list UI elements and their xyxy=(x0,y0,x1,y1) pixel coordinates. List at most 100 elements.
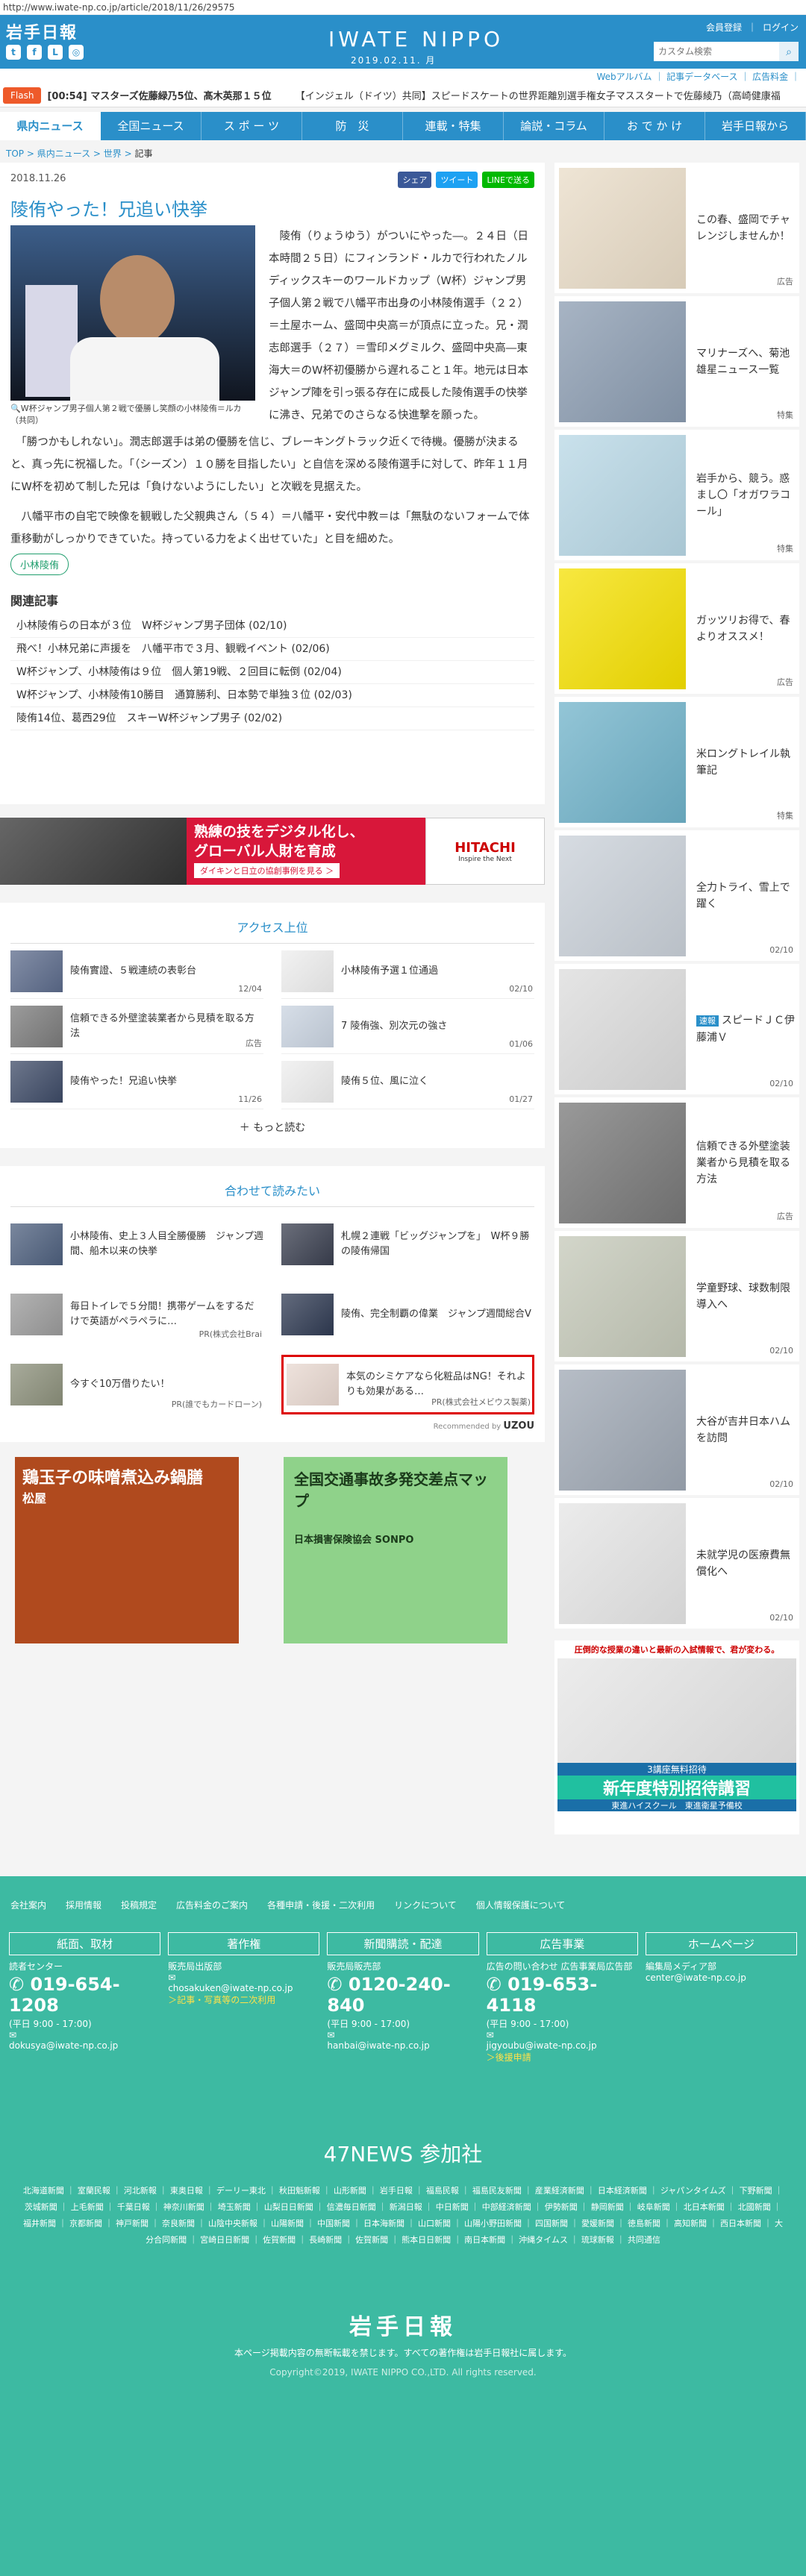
flash-news-bar: Flash [00:54] マスターズ佐藤緑乃5位、髙木英那１５位 【インジェル… xyxy=(0,84,806,107)
sidebar-item[interactable]: 全力トライ、雪上で躍く 02/10 xyxy=(554,830,799,961)
recommend-item[interactable]: 毎日トイレで５分間！携帯ゲームをするだけで英語がペラペラに… PR(株式会社Bra… xyxy=(10,1285,263,1344)
facebook-icon[interactable]: f xyxy=(27,45,42,60)
toshin-ad[interactable]: 圧倒的な授業の違いと最新の入試情報で、君が変わる。 3講座無料招待 新年度特別招… xyxy=(554,1640,799,1834)
sidebar-item[interactable]: 大谷が吉井日本ハムを訪問 02/10 xyxy=(554,1364,799,1495)
ranking-item[interactable]: 陵侑實證、５戦連続の表彰台 12/04 xyxy=(10,944,263,999)
ranking-item[interactable]: 陵侑やった！兄追い快挙 11/26 xyxy=(10,1054,263,1109)
line-icon[interactable]: L xyxy=(48,45,63,60)
nav-column[interactable]: 論説・コラム xyxy=(504,112,604,140)
footer-link[interactable]: 広告料金のご案内 xyxy=(176,1899,248,1911)
flash-item[interactable]: 【インジェル（ドイツ）共同】スピードスケートの世界距離別選手権女子マススタートで… xyxy=(296,91,781,102)
recommend-item[interactable]: 札幌２連戦「ビッグジャンプを」 W杯９勝の陵侑帰国 xyxy=(281,1215,534,1274)
mail-icon[interactable]: ✉ xyxy=(9,2030,160,2040)
footer-link[interactable]: リンクについて xyxy=(394,1899,457,1911)
nav-disaster[interactable]: 防 災 xyxy=(302,112,403,140)
twitter-share-button[interactable]: ツイート xyxy=(436,172,478,188)
flash-ticker[interactable]: [00:54] マスターズ佐藤緑乃5位、髙木英那１５位 【インジェル（ドイツ）共… xyxy=(47,88,780,102)
crumb-world[interactable]: 世界 xyxy=(104,148,122,159)
recommend-item[interactable]: 今すぐ10万借りたい！ PR(誰でもカードローン) xyxy=(10,1355,263,1414)
mail-icon[interactable]: ✉ xyxy=(168,1972,319,1983)
mail-icon[interactable]: ✉ xyxy=(487,2030,638,2040)
nav-local-news[interactable]: 県内ニュース xyxy=(0,112,101,140)
line-share-button[interactable]: LINEで送る xyxy=(482,172,534,188)
sidebar-item[interactable]: 未就学児の医療費無償化へ 02/10 xyxy=(554,1498,799,1629)
article: 2018.11.26 陵侑やった！兄追い快挙 シェア ツイート LINEで送る … xyxy=(0,163,545,804)
sidebar-item[interactable]: ガッツリお得で、春よりオススメ！ 広告 xyxy=(554,563,799,694)
sidebar-item[interactable]: 速報 スピードＪＣ伊藤浦Ｖ 02/10 xyxy=(554,964,799,1094)
footer-links: 会社案内 採用情報 投稿規定 広告料金のご案内 各種申請・後援・二次利用 リンク… xyxy=(0,1876,806,1911)
footer-link[interactable]: 個人情報保護について xyxy=(476,1899,566,1911)
crumb-current: 記事 xyxy=(134,148,153,159)
related-link[interactable]: W杯ジャンプ、小林陵侑10勝目 通算勝利、日本勢で単独３位 (02/03) xyxy=(10,684,534,707)
twitter-icon[interactable]: t xyxy=(6,45,21,60)
contact-column: 著作権 販売局出版部 ✉ chosakuken@iwate-np.co.jp ＞記事・写… xyxy=(168,1932,320,2063)
sidebar-item[interactable]: この春、盛岡でチャレンジしませんか！ 広告 xyxy=(554,163,799,293)
flash-label: Flash xyxy=(3,87,42,104)
crumb-top[interactable]: TOP xyxy=(6,148,24,159)
sonpo-ad[interactable]: 全国交通事故多発交差点マップ 日本損害保険協会 SONPO xyxy=(284,1457,507,1643)
sidebar-item[interactable]: 米ロングトレイル執筆記 特集 xyxy=(554,697,799,827)
nav-national-news[interactable]: 全国ニュース xyxy=(101,112,202,140)
nav-from-iwate[interactable]: 岩手日報から xyxy=(705,112,806,140)
nav-series[interactable]: 連載・特集 xyxy=(403,112,504,140)
ranking-item[interactable]: 小林陵侑予選１位通過 02/10 xyxy=(281,944,534,999)
partner-papers[interactable]: 北海道新聞 ｜ 室蘭民報 ｜ 河北新報 ｜ 東奥日報 ｜ デーリー東北 ｜ 秋田… xyxy=(0,2168,806,2248)
hitachi-banner-ad[interactable]: 熟練の技をデジタル化し、 グローバル人財を育成 ダイキンと日立の協創事例を見る ＞… xyxy=(0,818,545,885)
ranking-item[interactable]: 陵侑５位、風に泣く 01/27 xyxy=(281,1054,534,1109)
search-box: ⌕ xyxy=(654,42,799,61)
ranking-item[interactable]: 信頼できる外壁塗装業者から見積を取る方法 広告 xyxy=(10,999,263,1054)
brand-title[interactable]: IWATE NIPPO xyxy=(328,27,504,51)
article-photo[interactable] xyxy=(10,225,255,401)
social-links: t f L ◎ xyxy=(6,45,84,60)
search-input[interactable] xyxy=(654,42,779,61)
sidebar: この春、盛岡でチャレンジしませんか！ 広告 マリナーズへ、菊池雄星ニュース一覧 特集… xyxy=(554,163,799,1834)
member-register-link[interactable]: 会員登録 xyxy=(706,21,742,34)
contact-column: ホームページ 編集局メディア部 center@iwate-np.co.jp xyxy=(645,1932,798,2063)
footer-logo: 岩手日報 xyxy=(349,2314,457,2340)
related-articles: 関連記事 小林陵侑らの日本が３位 W杯ジャンプ男子団体 (02/10) 飛べ！小… xyxy=(10,591,534,730)
related-link[interactable]: 陵侑14位、葛西29位 スキーW杯ジャンプ男子 (02/02) xyxy=(10,707,534,730)
nav-sports[interactable]: ス ポ ー ツ xyxy=(202,112,302,140)
article-tag[interactable]: 小林陵侑 xyxy=(10,554,69,575)
secondary-use-link[interactable]: ＞記事・写真等の二次利用 xyxy=(168,1993,319,2006)
sidebar-item[interactable]: 学童野球、球数制限導入へ 02/10 xyxy=(554,1231,799,1361)
mail-icon[interactable]: ✉ xyxy=(327,2030,478,2040)
footer-link[interactable]: 各種申請・後援・二次利用 xyxy=(267,1899,375,1911)
sidebar-item[interactable]: マリナーズへ、菊池雄星ニュース一覧 特集 xyxy=(554,296,799,427)
facebook-share-button[interactable]: シェア xyxy=(398,172,432,188)
related-link[interactable]: 飛べ！小林兄弟に声援を 八幡平市で３月、観戦イベント (02/06) xyxy=(10,638,534,661)
related-link[interactable]: 小林陵侑らの日本が３位 W杯ジャンプ男子団体 (02/10) xyxy=(10,615,534,638)
login-link[interactable]: ログイン xyxy=(763,21,799,34)
camera-icon[interactable]: ◎ xyxy=(69,45,84,60)
phone-number[interactable]: ✆ 0120-240-840 xyxy=(327,1974,478,2016)
phone-number[interactable]: ✆ 019-653-4118 xyxy=(487,1974,638,2016)
matsuya-ad[interactable]: 鶏玉子の味噌煮込み鍋膳 松屋 xyxy=(15,1457,239,1643)
nav-outing[interactable]: お で か け xyxy=(604,112,705,140)
flash-item[interactable]: [00:54] マスターズ佐藤緑乃5位、髙木英那１５位 xyxy=(47,91,271,102)
footer-link[interactable]: 採用情報 xyxy=(66,1899,101,1911)
more-button[interactable]: ＋ もっと読む xyxy=(10,1109,534,1138)
ad-cta[interactable]: ダイキンと日立の協創事例を見る ＞ xyxy=(194,863,340,878)
recommend-item[interactable]: 陵侑、完全制覇の偉業 ジャンプ週間総合V xyxy=(281,1285,534,1344)
site-header: 岩手日報 t f L ◎ IWATE NIPPO 2019.02.11. 月 会… xyxy=(0,15,806,69)
ranking-item[interactable]: 7 陵侑強、別次元の強さ 01/06 xyxy=(281,999,534,1054)
phone-number[interactable]: ✆ 019-654-1208 xyxy=(9,1974,160,2016)
contact-column: 新聞購読・配達 販売局販売部 ✆ 0120-240-840 (平日 9:00 - 17… xyxy=(327,1932,479,2063)
search-button[interactable]: ⌕ xyxy=(779,42,799,61)
site-logo[interactable]: 岩手日報 xyxy=(6,19,78,43)
sidebar-item[interactable]: 岩手から、競う。惑まし〇「オガワラコール」 特集 xyxy=(554,430,799,560)
related-link[interactable]: W杯ジャンプ、小林陵侑は９位 個人第19戦、２回目に転倒 (02/04) xyxy=(10,661,534,684)
sidebar-item[interactable]: 信頼できる外壁塗装業者から見積を取る方法 広告 xyxy=(554,1097,799,1228)
ad-text: 熟練の技をデジタル化し、 グローバル人財を育成 ダイキンと日立の協創事例を見る ＞ xyxy=(187,818,425,885)
crumb-local[interactable]: 県内ニュース xyxy=(37,148,90,159)
article-paragraph: 八幡平市の自宅で映像を観戦した父親典さん（５４）＝八幡平・安代中教＝は「無駄のな… xyxy=(10,511,530,545)
sponsorship-link[interactable]: ＞後援申請 xyxy=(487,2051,638,2063)
sub-links[interactable]: Webアルバム ｜ 記事データベース ｜ 広告料金 ｜ xyxy=(0,69,806,84)
recommend-item-highlighted[interactable]: 本気のシミケアなら化粧品はNG！それよりも効果がある… PR(株式会社メビウス製薬… xyxy=(281,1355,534,1414)
n47-title: 47NEWS 参加社 xyxy=(323,2142,483,2166)
footer-link[interactable]: 投稿規定 xyxy=(121,1899,157,1911)
access-ranking: アクセス上位 陵侑實證、５戦連続の表彰台 12/04 小林陵侑予選１位通過 02/1… xyxy=(0,903,545,1148)
zoom-icon[interactable]: 🔍 xyxy=(10,404,21,413)
footer-link[interactable]: 会社案内 xyxy=(10,1899,46,1911)
recommend-item[interactable]: 小林陵侑、史上３人目全勝優勝 ジャンプ週間、船木以来の快挙 xyxy=(10,1215,263,1274)
